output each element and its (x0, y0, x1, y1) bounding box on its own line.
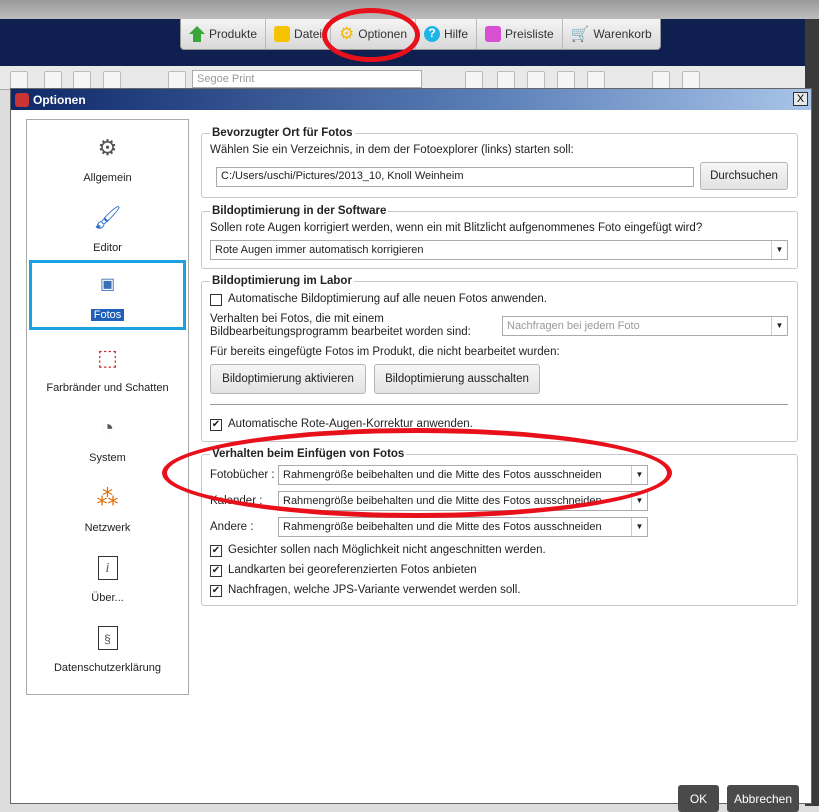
options-dialog: Optionen X ⚙ Allgemein 🖌 Editor ▣ Fotos ⬚ Fa… (10, 88, 812, 812)
divider (210, 404, 788, 405)
toolbar-button[interactable] (465, 71, 483, 89)
checkbox-label: Automatische Rote-Augen-Korrektur anwend… (228, 418, 473, 430)
options-sidebar: ⚙ Allgemein 🖌 Editor ▣ Fotos ⬚ Farbränder un… (26, 119, 189, 695)
select-value: Rahmengröße beibehalten und die Mitte de… (283, 495, 602, 507)
system-icon: ◔ (100, 415, 115, 440)
group-title: Bevorzugter Ort für Fotos (210, 127, 355, 139)
toolbar-button[interactable] (587, 71, 605, 89)
chevron-down-icon: ▼ (771, 317, 787, 335)
maps-checkbox[interactable]: ✔ (210, 565, 222, 577)
toolbar-button[interactable] (73, 71, 91, 89)
checkbox-label: Landkarten bei georeferenzierten Fotos a… (228, 564, 477, 576)
chevron-down-icon: ▼ (631, 466, 647, 484)
toolbar-button[interactable] (44, 71, 62, 89)
brush-icon: 🖌 (93, 205, 122, 230)
group-title: Verhalten beim Einfügen von Fotos (210, 448, 407, 460)
label: Kalender : (210, 495, 263, 507)
dialog-titlebar: Optionen (11, 89, 811, 110)
sidebar-item-farbraender[interactable]: ⬚ Farbränder und Schatten (27, 330, 188, 400)
text-icon[interactable] (168, 71, 186, 89)
label: Fotobücher : (210, 469, 275, 481)
folder-icon (274, 26, 291, 42)
red-eye-select[interactable]: Rote Augen immer automatisch korrigieren… (210, 240, 788, 260)
undo-icon[interactable] (10, 71, 28, 89)
calendar-select[interactable]: Rahmengröße beibehalten und die Mitte de… (278, 491, 648, 511)
select-value: Rahmengröße beibehalten und die Mitte de… (283, 521, 602, 533)
toolbar-button[interactable] (682, 71, 700, 89)
select-value: Rahmengröße beibehalten und die Mitte de… (283, 469, 602, 481)
group-title: Bildoptimierung in der Software (210, 205, 389, 217)
lab-optimization-group: Bildoptimierung im Labor Automatische Bi… (201, 275, 798, 442)
sidebar-item-editor[interactable]: 🖌 Editor (27, 190, 188, 260)
photo-path-input[interactable]: C:/Users/uschi/Pictures/2013_10, Knoll W… (216, 167, 694, 187)
auto-optimization-checkbox[interactable] (210, 294, 222, 306)
tab-warenkorb[interactable]: 🛒 Warenkorb (563, 19, 660, 49)
help-icon: ? (424, 26, 440, 42)
toolbar-button[interactable] (557, 71, 575, 89)
edited-photo-select[interactable]: Nachfragen bei jedem Foto ▼ (502, 316, 788, 336)
description: Wählen Sie ein Verzeichnis, in dem der F… (210, 144, 574, 156)
window-top-bar (0, 0, 819, 19)
photobook-select[interactable]: Rahmengröße beibehalten und die Mitte de… (278, 465, 648, 485)
gear-icon: ⚙ (339, 24, 355, 43)
checkbox-label: Automatische Bildoptimierung auf alle ne… (228, 293, 548, 305)
sidebar-item-fotos[interactable]: ▣ Fotos (29, 260, 186, 330)
other-select[interactable]: Rahmengröße beibehalten und die Mitte de… (278, 517, 648, 537)
chevron-down-icon: ▼ (771, 241, 787, 259)
chevron-down-icon: ▼ (631, 518, 647, 536)
browse-button[interactable]: Durchsuchen (700, 162, 788, 190)
pricelist-icon (485, 26, 502, 42)
border-shadow-icon: ⬚ (97, 345, 118, 370)
activate-optimization-button[interactable]: Bildoptimierung aktivieren (210, 364, 366, 394)
sidebar-item-system[interactable]: ◔ System (27, 400, 188, 470)
tab-hilfe[interactable]: ? Hilfe (416, 19, 478, 49)
toolbar-button[interactable] (527, 71, 545, 89)
label: Verhalten bei Fotos, die mit einem (210, 313, 384, 325)
tab-optionen[interactable]: ⚙ Optionen (331, 19, 416, 49)
close-button[interactable]: X (793, 92, 808, 106)
toolbar-button[interactable] (497, 71, 515, 89)
ok-button[interactable]: OK (678, 785, 719, 812)
network-icon: ⁂ (96, 485, 119, 510)
checkbox-label: Nachfragen, welche JPS-Variante verwende… (228, 584, 521, 596)
checkbox-label: Gesichter sollen nach Möglichkeit nicht … (228, 544, 546, 556)
tab-datei[interactable]: Datei (266, 19, 332, 49)
photo-icon: ▣ (99, 276, 116, 293)
select-value: Rote Augen immer automatisch korrigieren (215, 244, 424, 256)
chevron-down-icon: ▼ (631, 492, 647, 510)
deactivate-optimization-button[interactable]: Bildoptimierung ausschalten (374, 364, 540, 394)
privacy-icon: § (97, 626, 118, 650)
description: Sollen rote Augen korrigiert werden, wen… (210, 222, 703, 234)
software-optimization-group: Bildoptimierung in der Software Sollen r… (201, 205, 798, 269)
sidebar-item-datenschutz[interactable]: § Datenschutzerklärung (27, 610, 188, 680)
select-value: Nachfragen bei jedem Foto (507, 320, 640, 332)
tab-produkte[interactable]: Produkte (181, 19, 267, 49)
main-menu: Produkte Datei ⚙ Optionen ? Hilfe Preislis… (180, 19, 661, 50)
tab-preisliste[interactable]: Preisliste (477, 19, 563, 49)
sidebar-item-netzwerk[interactable]: ⁂ Netzwerk (27, 470, 188, 540)
sidebar-item-ueber[interactable]: i Über... (27, 540, 188, 610)
insert-behavior-group: Verhalten beim Einfügen von Fotos Fotobü… (201, 448, 798, 606)
dialog-title: Optionen (33, 92, 86, 107)
toolbar-button[interactable] (103, 71, 121, 89)
toolbar-button[interactable] (652, 71, 670, 89)
label: Andere : (210, 521, 254, 533)
faces-checkbox[interactable]: ✔ (210, 545, 222, 557)
jps-checkbox[interactable]: ✔ (210, 585, 222, 597)
photo-location-group: Bevorzugter Ort für Fotos Wählen Sie ein… (201, 127, 798, 198)
group-title: Bildoptimierung im Labor (210, 275, 354, 287)
font-select[interactable]: Segoe Print (192, 70, 422, 88)
label: Bildbearbeitungsprogramm bearbeitet word… (210, 326, 471, 338)
gear-icon: ⚙ (97, 135, 118, 160)
info-icon: i (97, 556, 118, 580)
cancel-button[interactable]: Abbrechen (727, 785, 799, 812)
label: Für bereits eingefügte Fotos im Produkt,… (210, 346, 560, 358)
app-icon (15, 92, 29, 107)
sidebar-item-allgemein[interactable]: ⚙ Allgemein (27, 120, 188, 190)
redeye-checkbox[interactable]: ✔ (210, 419, 222, 431)
home-icon (189, 26, 205, 42)
cart-icon: 🛒 (570, 26, 590, 43)
